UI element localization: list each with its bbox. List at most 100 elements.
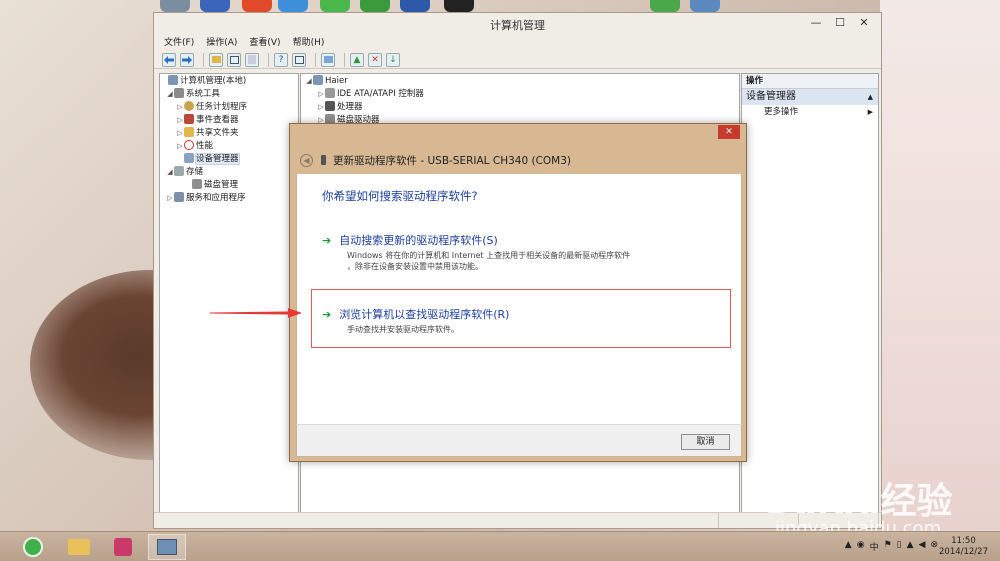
expand-icon[interactable]: ▷	[176, 101, 184, 114]
qq-icon[interactable]: ◉	[857, 540, 865, 553]
update-driver-button[interactable]: ▲	[350, 52, 364, 67]
tree-item-performance[interactable]: ▷ 性能	[160, 140, 298, 153]
collapse-icon[interactable]: ◢	[166, 88, 174, 101]
view-button[interactable]	[292, 52, 306, 67]
tree-item-device-manager[interactable]: 设备管理器	[160, 153, 298, 166]
menu-file[interactable]: 文件(F)	[164, 35, 194, 51]
clock[interactable]: 11:50 2014/12/27	[939, 536, 988, 558]
tree-item-event-viewer[interactable]: ▷ 事件查看器	[160, 114, 298, 127]
status-cell	[154, 513, 719, 528]
taskbar-app-computer-management[interactable]	[148, 534, 186, 560]
actions-section-device-manager[interactable]: 设备管理器 ▲	[742, 89, 878, 105]
desktop-shortcut-icon[interactable]	[160, 0, 190, 12]
update-driver-dialog: ✕ ◀ 更新驱动程序软件 - USB-SERIAL CH340 (COM3) 你…	[289, 123, 747, 462]
expand-icon[interactable]: ▷	[317, 101, 325, 114]
menu-view[interactable]: 查看(V)	[249, 35, 280, 51]
dialog-header: ◀ 更新驱动程序软件 - USB-SERIAL CH340 (COM3)	[296, 146, 742, 174]
show-hide-tree-button[interactable]	[227, 52, 241, 67]
tree-item-services-apps[interactable]: ▷ 服务和应用程序	[160, 192, 298, 205]
expand-icon[interactable]: ▷	[317, 88, 325, 101]
properties-button[interactable]	[245, 52, 259, 67]
device-label: Haier	[325, 76, 348, 86]
menu-bar: 文件(F) 操作(A) 查看(V) 帮助(H)	[154, 35, 881, 51]
flag-icon[interactable]: ⚑	[884, 540, 892, 553]
collapse-up-icon[interactable]: ▲	[868, 89, 873, 105]
close-button[interactable]: ✕	[853, 15, 875, 31]
desktop-shortcut-icon[interactable]	[444, 0, 474, 12]
volume-icon[interactable]: ◀	[919, 540, 926, 553]
back-button[interactable]: ◀	[300, 153, 313, 167]
collapse-icon[interactable]: ◢	[166, 166, 174, 179]
menu-help[interactable]: 帮助(H)	[293, 35, 325, 51]
tree-item-shared-folders[interactable]: ▷ 共享文件夹	[160, 127, 298, 140]
network-icon[interactable]: ▲	[907, 540, 914, 553]
desktop-shortcut-icon[interactable]	[360, 0, 390, 12]
tree-item-label: 系统工具	[186, 89, 221, 99]
storage-icon	[174, 166, 184, 176]
processor-icon	[325, 101, 335, 111]
window-titlebar[interactable]: 计算机管理 — ☐ ✕	[154, 13, 881, 35]
tree-item-storage[interactable]: ◢ 存储	[160, 166, 298, 179]
expand-icon[interactable]: ▷	[176, 127, 184, 140]
collapse-icon[interactable]: ◢	[305, 75, 313, 88]
tree-item-label: 服务和应用程序	[186, 193, 246, 203]
system-tray: ▲ ◉ 中 ⚑ ▯ ▲ ◀ ⊗	[845, 540, 938, 553]
window-title: 计算机管理	[490, 19, 545, 32]
dialog-close-button[interactable]: ✕	[718, 125, 740, 139]
option-auto-search[interactable]: ➔ 自动搜索更新的驱动程序软件(S) Windows 将在你的计算机和 Inte…	[322, 232, 630, 272]
tree-item-root[interactable]: 计算机管理(本地)	[160, 75, 298, 88]
tree-item-task-scheduler[interactable]: ▷ 任务计划程序	[160, 101, 298, 114]
tree-item-label: 事件查看器	[196, 115, 239, 125]
desktop-shortcut-icon[interactable]	[690, 0, 720, 12]
disable-device-button[interactable]: ↓	[386, 52, 400, 67]
expand-icon[interactable]: ▷	[166, 192, 174, 205]
device-category-ide[interactable]: ▷ IDE ATA/ATAPI 控制器	[301, 88, 739, 101]
notification-icon[interactable]: ⊗	[930, 540, 938, 553]
taskbar-app-360[interactable]	[14, 534, 52, 560]
red-pointer-arrow	[210, 308, 302, 318]
expand-icon[interactable]: ▷	[176, 114, 184, 127]
back-button[interactable]	[162, 52, 176, 67]
desktop-shortcut-icon[interactable]	[242, 0, 272, 12]
up-folder-button[interactable]	[209, 52, 223, 67]
expand-icon[interactable]: ▷	[176, 140, 184, 153]
uninstall-device-button[interactable]: ✕	[368, 52, 382, 67]
update-driver-icon: ▲	[353, 54, 361, 65]
minimize-button[interactable]: —	[805, 15, 827, 31]
help-button[interactable]: ?	[274, 52, 288, 67]
tree-item-label: 共享文件夹	[196, 128, 239, 138]
maximize-button[interactable]: ☐	[829, 15, 851, 31]
cancel-button[interactable]: 取消	[681, 434, 730, 450]
taskbar-app-thunder[interactable]	[104, 534, 142, 560]
battery-icon[interactable]: ▯	[897, 540, 902, 553]
scan-hardware-button[interactable]	[321, 52, 335, 67]
forward-arrow-icon	[182, 55, 192, 64]
more-actions-label: 更多操作	[764, 107, 799, 117]
desktop-shortcut-icon[interactable]	[400, 0, 430, 12]
360-icon	[23, 537, 43, 557]
desktop-shortcut-icon[interactable]	[200, 0, 230, 12]
option-auto-search-desc-line: ，除非在设备安装设置中禁用该功能。	[347, 262, 483, 271]
option-browse-description: 手动查找并安装驱动程序软件。	[347, 325, 459, 334]
device-category-processor[interactable]: ▷ 处理器	[301, 101, 739, 114]
view-icon	[294, 55, 304, 64]
more-actions-item[interactable]: 更多操作 ▶	[742, 105, 878, 119]
tree-item-system-tools[interactable]: ◢ 系统工具	[160, 88, 298, 101]
option-browse-computer[interactable]: ➔ 浏览计算机以查找驱动程序软件(R) 手动查找并安装驱动程序软件。	[322, 306, 509, 335]
toolbar-separator	[203, 52, 204, 67]
forward-button[interactable]	[180, 52, 194, 67]
tree-item-label: 磁盘管理	[204, 180, 239, 190]
ime-icon[interactable]: 中	[870, 540, 879, 553]
taskbar-app-explorer[interactable]	[60, 534, 98, 560]
device-computer[interactable]: ◢ Haier	[301, 75, 739, 88]
green-arrow-icon: ➔	[322, 233, 332, 247]
desktop-shortcut-icon[interactable]	[650, 0, 680, 12]
tray-expand-icon[interactable]: ▲	[845, 540, 852, 553]
desktop-shortcut-icon[interactable]	[320, 0, 350, 12]
menu-action[interactable]: 操作(A)	[206, 35, 237, 51]
desktop-shortcut-icon[interactable]	[278, 0, 308, 12]
tree-item-disk-management[interactable]: 磁盘管理	[160, 179, 298, 192]
device-label: IDE ATA/ATAPI 控制器	[337, 89, 424, 99]
computer-icon	[313, 75, 323, 85]
option-auto-search-description: Windows 将在你的计算机和 Internet 上查找用于相关设备的最新驱动…	[347, 250, 630, 272]
